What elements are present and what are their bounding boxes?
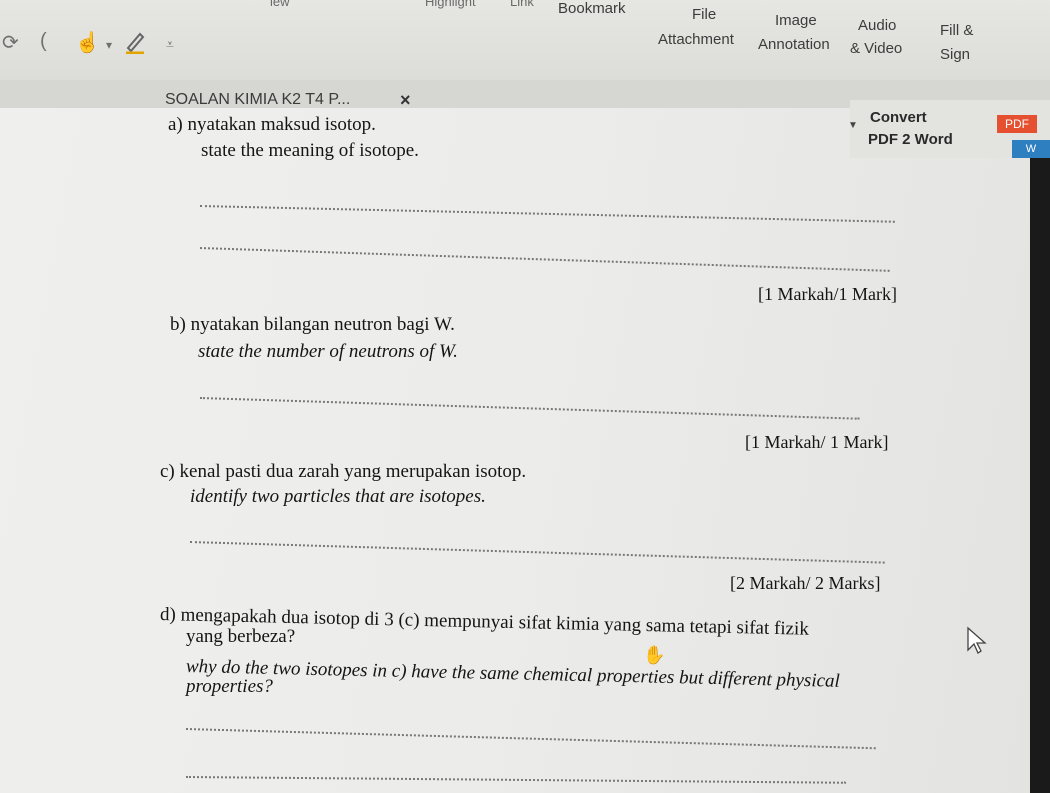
redo-icon[interactable]: (	[40, 30, 47, 53]
hand-tool-icon[interactable]: ☝	[75, 30, 100, 55]
sign-button[interactable]: Sign	[940, 46, 970, 63]
customize-dropdown-icon[interactable]: ⩡	[166, 36, 174, 53]
file-button[interactable]: File	[692, 6, 716, 23]
question-d-english-line2: properties?	[186, 676, 273, 697]
pdf2word-label[interactable]: PDF 2 Word	[868, 131, 953, 148]
ribbon-view-label[interactable]: iew	[270, 0, 290, 9]
question-c-malay: c) kenal pasti dua zarah yang merupakan …	[160, 461, 527, 482]
document-tab-title[interactable]: SOALAN KIMIA K2 T4 P...	[165, 91, 350, 109]
ribbon-link-label[interactable]: Link	[510, 0, 534, 9]
hand-cursor-icon: ✋	[643, 645, 666, 665]
question-c-marks: [2 Markah/ 2 Marks]	[730, 573, 881, 593]
attachment-button[interactable]: Attachment	[658, 31, 734, 48]
hand-tool-dropdown-icon[interactable]: ▾	[106, 38, 112, 52]
video-button[interactable]: & Video	[850, 40, 902, 57]
question-d-malay-line2: yang berbeza?	[186, 626, 296, 647]
convert-dropdown-icon[interactable]: ▼	[848, 120, 858, 131]
undo-icon[interactable]: ⟳	[2, 30, 19, 55]
annotation-button[interactable]: Annotation	[758, 36, 830, 53]
fill-button[interactable]: Fill &	[940, 22, 973, 39]
word-badge-icon: W	[1012, 140, 1050, 158]
bookmark-button[interactable]: Bookmark	[558, 0, 626, 17]
question-b-english: state the number of neutrons of W.	[198, 341, 458, 362]
image-button[interactable]: Image	[775, 12, 817, 29]
question-a-english: state the meaning of isotope.	[201, 140, 419, 161]
pen-icon[interactable]	[124, 30, 146, 60]
question-b-malay: b) nyatakan bilangan neutron bagi W.	[170, 314, 455, 335]
mouse-pointer-icon	[967, 626, 987, 654]
question-a-marks: [1 Markah/1 Mark]	[758, 284, 897, 304]
screen-edge	[1030, 108, 1050, 793]
convert-label[interactable]: Convert	[870, 109, 927, 126]
toolbar-ribbon: iew Highlight Link Bookmark File Attachm…	[0, 0, 1050, 80]
pdf-badge-icon: PDF	[997, 115, 1037, 133]
question-a-malay: a) nyatakan maksud isotop.	[168, 114, 376, 135]
ribbon-highlight-label[interactable]: Highlight	[425, 0, 476, 9]
question-b-marks: [1 Markah/ 1 Mark]	[745, 432, 889, 452]
question-c-english: identify two particles that are isotopes…	[190, 486, 486, 507]
audio-button[interactable]: Audio	[858, 17, 896, 34]
